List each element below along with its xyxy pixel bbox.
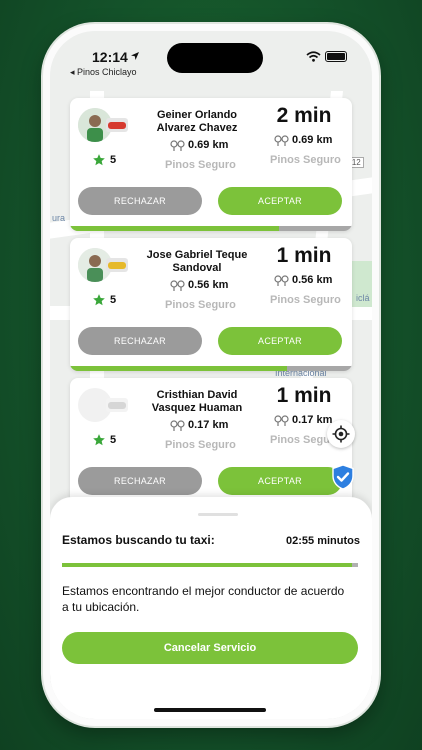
star-icon — [93, 434, 105, 446]
distance-value: 0.56 km — [188, 279, 229, 291]
driver-rating: 5 — [92, 293, 116, 307]
taxi-company: Pinos Seguro — [165, 159, 236, 171]
eta-distance: 0.17 km — [274, 414, 332, 426]
offer-timer-fill — [70, 226, 279, 231]
driver-distance: 0.69 km — [170, 139, 228, 151]
distance-value: 0.69 km — [188, 139, 229, 151]
vehicle-thumbnail — [106, 258, 128, 272]
eta-company: Pinos Seguro — [270, 294, 341, 306]
search-status-title: Estamos buscando tu taxi: — [62, 533, 215, 547]
car-body — [108, 122, 126, 129]
star-icon — [93, 154, 105, 166]
pin-icon — [170, 419, 185, 431]
status-bar: 12:14 ◂ Pinos Chiclayo — [50, 31, 372, 87]
reject-button[interactable]: RECHAZAR — [78, 187, 202, 215]
reject-button[interactable]: RECHAZAR — [78, 327, 202, 355]
my-location-button[interactable] — [327, 420, 355, 448]
eta-minutes: 1 min — [276, 244, 332, 267]
wifi-icon — [306, 51, 321, 62]
driver-name: Geiner Orlando Alvarez Chavez — [156, 109, 238, 134]
accept-button[interactable]: ACEPTAR — [218, 187, 342, 215]
driver-offer-card: 5 Geiner Orlando Alvarez Chavez 0.69 km … — [70, 98, 352, 231]
reject-button[interactable]: RECHAZAR — [78, 467, 202, 495]
accept-button[interactable]: ACEPTAR — [218, 467, 342, 495]
offer-timer-bar — [70, 366, 352, 371]
search-description: Estamos encontrando el mejor conductor d… — [62, 584, 345, 614]
car-body — [108, 402, 126, 409]
taxi-company: Pinos Seguro — [165, 299, 236, 311]
search-countdown: 02:55 minutos — [286, 535, 360, 547]
eta-distance: 0.69 km — [274, 134, 332, 146]
location-arrow-icon — [131, 52, 139, 60]
eta-company: Pinos Seguro — [270, 154, 341, 166]
pin-icon — [274, 414, 289, 426]
eta-distance-value: 0.56 km — [292, 274, 333, 286]
star-icon — [93, 294, 105, 306]
cancel-service-button[interactable]: Cancelar Servicio — [62, 632, 358, 664]
driver-name: Cristhian David Vasquez Huaman — [151, 389, 243, 414]
status-time: 12:14 — [92, 49, 128, 65]
rating-value: 5 — [110, 434, 117, 446]
sheet-handle[interactable] — [198, 513, 238, 516]
search-progress-bar — [62, 563, 358, 567]
driver-rating: 5 — [92, 153, 116, 167]
dynamic-island — [167, 43, 263, 73]
vehicle-thumbnail — [106, 118, 128, 132]
map-label: iclá — [356, 293, 370, 303]
eta-minutes: 2 min — [276, 104, 332, 127]
taxi-company: Pinos Seguro — [165, 439, 236, 451]
offer-timer-bar — [70, 226, 352, 231]
shield-check-icon[interactable] — [331, 464, 355, 490]
offer-timer-fill — [70, 366, 288, 371]
phone-frame: ura 112 iclá Internacional nal 12:14 ◂ P… — [43, 24, 379, 726]
driver-distance: 0.17 km — [170, 419, 228, 431]
back-to-app-link[interactable]: ◂ Pinos Chiclayo — [70, 67, 137, 78]
accept-button[interactable]: ACEPTAR — [218, 327, 342, 355]
app-screen: ura 112 iclá Internacional nal 12:14 ◂ P… — [50, 31, 372, 719]
battery-icon — [325, 51, 347, 62]
distance-value: 0.17 km — [188, 419, 229, 431]
eta-distance-value: 0.17 km — [292, 414, 333, 426]
vehicle-thumbnail — [106, 398, 128, 412]
home-indicator[interactable] — [154, 708, 266, 712]
pin-icon — [170, 139, 185, 151]
gps-target-icon — [332, 425, 350, 443]
car-body — [108, 262, 126, 269]
driver-name: Jose Gabriel Teque Sandoval — [146, 249, 248, 274]
pin-icon — [170, 279, 185, 291]
driver-rating: 5 — [92, 433, 116, 447]
pin-icon — [274, 134, 289, 146]
search-progress-fill — [62, 563, 353, 567]
driver-offer-card: 5 Cristhian David Vasquez Huaman 0.17 km… — [70, 378, 352, 504]
eta-distance: 0.56 km — [274, 274, 332, 286]
pin-icon — [274, 274, 289, 286]
rating-value: 5 — [110, 154, 117, 166]
search-bottom-sheet: Estamos buscando tu taxi: 02:55 minutos … — [50, 497, 372, 719]
driver-distance: 0.56 km — [170, 279, 228, 291]
driver-offer-card: 5 Jose Gabriel Teque Sandoval 0.56 km Pi… — [70, 238, 352, 371]
eta-distance-value: 0.69 km — [292, 134, 333, 146]
eta-minutes: 1 min — [276, 384, 332, 407]
rating-value: 5 — [110, 294, 117, 306]
map-label: ura — [52, 213, 66, 223]
